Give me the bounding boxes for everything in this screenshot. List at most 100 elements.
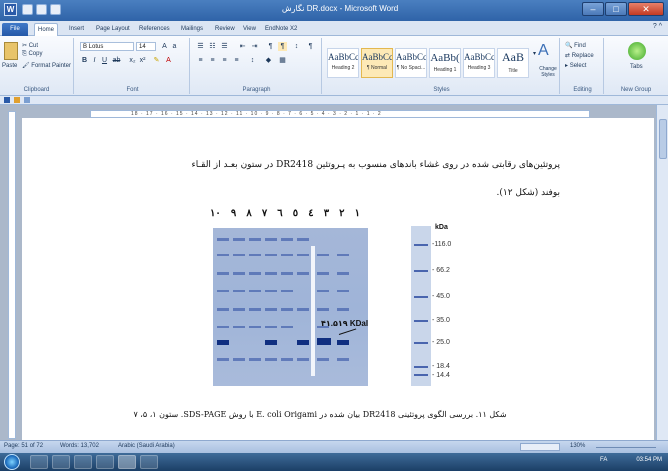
language-indicator[interactable]: Arabic (Saudi Arabia) (118, 443, 175, 449)
tab-view[interactable]: View (240, 23, 259, 36)
help-icon[interactable]: ? ^ (653, 23, 662, 30)
doc-paragraph-line-1[interactable]: پروتئین‌های رقابتی شده در روی غشاء بانده… (140, 160, 560, 170)
start-button[interactable] (4, 454, 20, 470)
view-buttons[interactable] (520, 443, 560, 451)
strikethrough-icon[interactable]: ab (112, 56, 121, 65)
taskbar-word-icon[interactable] (118, 455, 136, 469)
tab-page-layout[interactable]: Page Layout (93, 23, 133, 36)
sds-page-gel-image[interactable] (213, 228, 368, 386)
taskbar-clock[interactable]: 03:54 PM (636, 457, 662, 463)
justify-icon[interactable]: ≡ (232, 56, 241, 65)
tab-insert[interactable]: Insert (66, 23, 87, 36)
lane-number: ١ (354, 208, 360, 219)
word-app-icon[interactable]: W (4, 3, 17, 16)
align-center-icon[interactable]: ≡ (208, 56, 217, 65)
marker-bands (414, 244, 428, 376)
vertical-scrollbar[interactable] (656, 105, 668, 440)
borders-icon[interactable]: ▦ (278, 56, 287, 65)
bullets-icon[interactable]: ☰ (196, 42, 205, 51)
copy-button[interactable]: ⎘ Copy (22, 51, 42, 58)
marker-35: - 35.0 (432, 317, 450, 324)
view-icon[interactable] (24, 97, 30, 103)
shading-icon[interactable]: ◆ (264, 56, 273, 65)
page-counter[interactable]: Page: 51 of 72 (4, 443, 43, 449)
vertical-ruler[interactable] (8, 111, 16, 439)
taskbar-media-icon[interactable] (74, 455, 92, 469)
tabs-button[interactable]: Tabs (630, 64, 643, 70)
style-normal[interactable]: AaBbCcI¶ Normal (361, 48, 393, 78)
tab-file[interactable]: File (2, 23, 28, 36)
save-icon[interactable] (22, 4, 33, 15)
taskbar-chrome-icon[interactable] (96, 455, 114, 469)
superscript-icon[interactable]: x² (138, 56, 147, 65)
lane-number: ٩ (230, 208, 237, 219)
show-marks-icon[interactable]: ¶ (306, 42, 315, 51)
style-no-spacing[interactable]: AaBbCcI¶ No Spaci... (395, 48, 427, 78)
folder-icon[interactable] (14, 97, 20, 103)
font-color-icon[interactable]: A (164, 56, 173, 65)
multilevel-list-icon[interactable]: ☰ (220, 42, 229, 51)
line-spacing-icon[interactable]: ↕ (248, 56, 257, 65)
maximize-button[interactable]: □ (605, 2, 627, 16)
tabs-icon[interactable] (628, 42, 646, 60)
doc-icon[interactable] (4, 97, 10, 103)
rtl-icon[interactable]: ¶ (266, 42, 275, 51)
change-styles-icon[interactable]: A (538, 42, 549, 60)
format-painter-button[interactable]: 🖌 Format Painter (22, 62, 71, 69)
minimize-button[interactable]: – (582, 2, 604, 16)
redo-icon[interactable] (50, 4, 61, 15)
zoom-slider[interactable] (596, 447, 656, 448)
taskbar: FA 03:54 PM (0, 453, 668, 471)
cut-button[interactable]: ✂ Cut (22, 42, 38, 49)
styles-group-label: Styles (433, 87, 450, 93)
align-right-icon[interactable]: ≡ (220, 56, 229, 65)
shrink-font-icon[interactable]: a (170, 42, 179, 51)
lane-number: ٥ (292, 208, 299, 219)
taskbar-explorer-icon[interactable] (52, 455, 70, 469)
italic-icon[interactable]: I (90, 56, 99, 65)
underline-icon[interactable]: U (100, 56, 109, 65)
undo-icon[interactable] (36, 4, 47, 15)
tab-endnote[interactable]: EndNote X2 (262, 23, 300, 36)
align-left-icon[interactable]: ≡ (196, 56, 205, 65)
horizontal-ruler[interactable]: 18 · 17 · 16 · 15 · 14 · 13 · 12 · 11 · … (90, 110, 590, 118)
window-title: نگارش DR.docx - Microsoft Word (281, 4, 399, 13)
taskbar-ie-icon[interactable] (30, 455, 48, 469)
style-heading-2[interactable]: AaBbCc Heading 2 (327, 48, 359, 78)
highlight-icon[interactable]: ✎ (152, 56, 161, 65)
font-size-field[interactable]: 14 (136, 42, 156, 51)
paste-icon[interactable] (4, 42, 18, 60)
paste-button[interactable]: Paste (2, 63, 17, 69)
close-button[interactable]: ✕ (628, 2, 664, 16)
sort-icon[interactable]: ↕ (292, 42, 301, 51)
grow-font-icon[interactable]: A (160, 42, 169, 51)
decrease-indent-icon[interactable]: ⇤ (238, 42, 247, 51)
numbering-icon[interactable]: ☷ (208, 42, 217, 51)
find-button[interactable]: 🔍 Find (565, 42, 586, 49)
tab-references[interactable]: References (136, 23, 173, 36)
marker-gel-image[interactable] (411, 226, 431, 386)
taskbar-app-icon[interactable] (140, 455, 158, 469)
font-name-field[interactable]: B Lotus (80, 42, 134, 51)
replace-button[interactable]: ⇄ Replace (565, 52, 594, 59)
change-styles-button[interactable]: Change Styles (536, 66, 560, 78)
bold-icon[interactable]: B (80, 56, 89, 65)
word-count[interactable]: Words: 13,702 (60, 443, 99, 449)
style-heading-3[interactable]: AaBbCc Heading 3 (463, 48, 495, 78)
subscript-icon[interactable]: x₂ (128, 56, 137, 65)
marker-66: - 66.2 (432, 267, 450, 274)
figure-caption[interactable]: شکل ۱۱. بررسی الگوی پروتئینی DR2418 بیان… (100, 410, 540, 419)
style-heading-1[interactable]: AaBb(Heading 1 (429, 48, 461, 78)
increase-indent-icon[interactable]: ⇥ (250, 42, 259, 51)
scroll-thumb[interactable] (659, 119, 667, 159)
tab-mailings[interactable]: Mailings (178, 23, 206, 36)
tab-home[interactable]: Home (34, 23, 59, 36)
lane-number: ٤ (308, 208, 314, 219)
style-title[interactable]: AaB Title (497, 48, 529, 78)
tab-review[interactable]: Review (212, 23, 238, 36)
ltr-icon[interactable]: ¶ (278, 42, 287, 51)
select-button[interactable]: ▸ Select (565, 62, 586, 69)
zoom-level[interactable]: 130% (570, 443, 585, 449)
doc-paragraph-line-2[interactable]: بوفند (شکل ١٢). (440, 188, 560, 198)
input-language[interactable]: FA (600, 457, 607, 463)
